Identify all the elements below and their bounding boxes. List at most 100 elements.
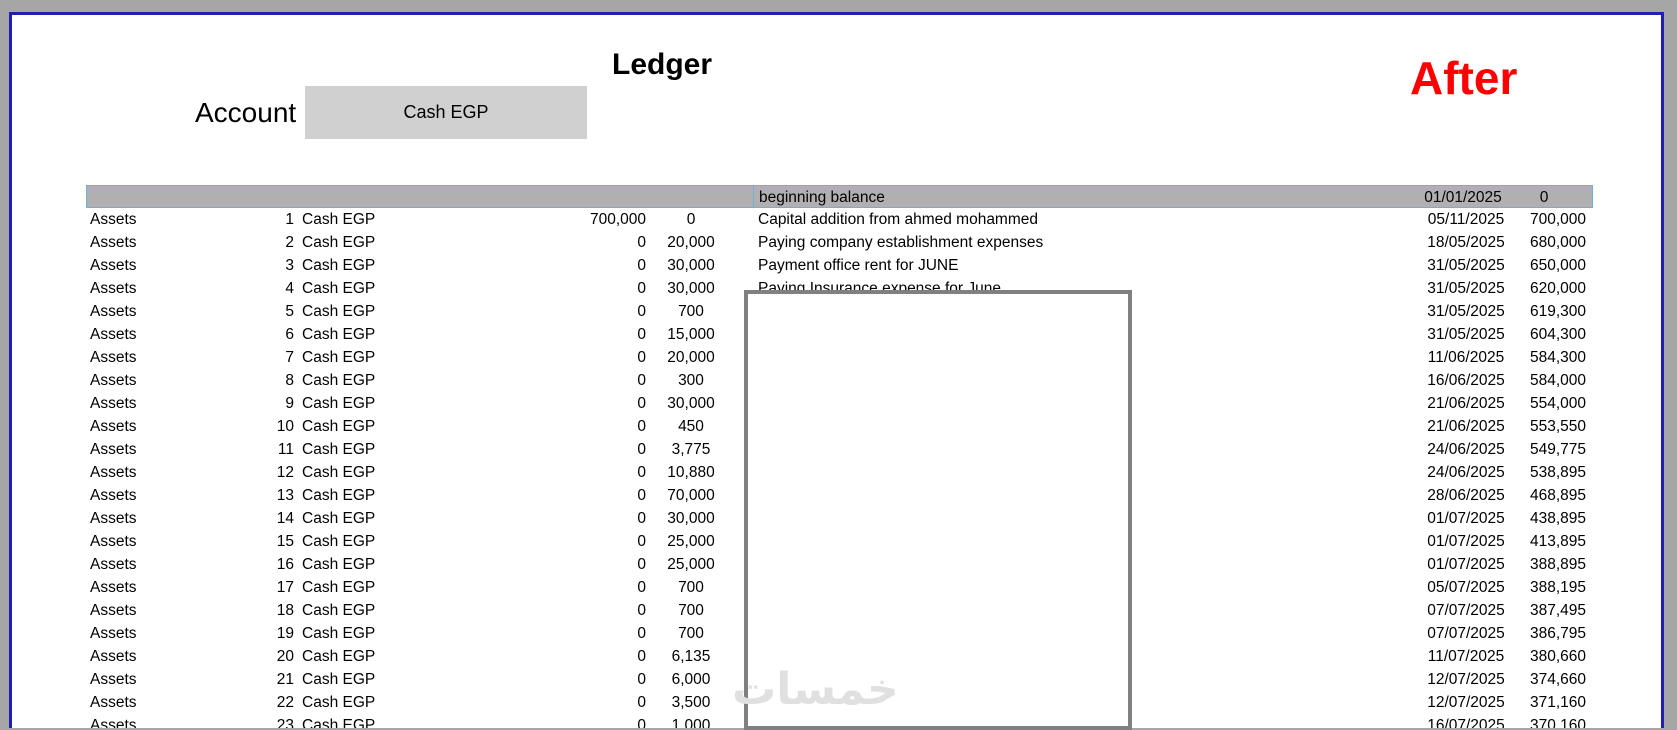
row-debit: 0	[637, 280, 646, 297]
row-debit: 0	[637, 257, 646, 274]
row-number: 21	[276, 671, 294, 688]
row-date: 11/07/2025	[1427, 648, 1505, 665]
row-balance: 413,895	[1529, 533, 1586, 550]
row-type: Assets	[90, 211, 137, 228]
row-credit: 700	[678, 625, 704, 642]
row-type: Assets	[90, 648, 137, 665]
row-credit: 30,000	[667, 280, 715, 297]
row-type: Assets	[90, 349, 137, 366]
row-type: Assets	[90, 717, 137, 728]
row-balance: 380,660	[1529, 648, 1586, 665]
row-balance: 650,000	[1529, 257, 1586, 274]
row-number: 6	[285, 326, 294, 343]
row-balance: 386,795	[1529, 625, 1586, 642]
row-type: Assets	[90, 234, 137, 251]
row-number: 15	[276, 533, 294, 550]
row-account: Cash EGP	[302, 234, 376, 251]
row-debit: 0	[637, 464, 646, 481]
row-debit: 0	[637, 487, 646, 504]
row-description: Payment office rent for JUNE	[758, 257, 959, 274]
row-date: 07/07/2025	[1427, 625, 1505, 642]
row-balance: 468,895	[1529, 487, 1586, 504]
row-type: Assets	[90, 556, 137, 573]
row-date: 16/06/2025	[1427, 372, 1505, 389]
row-date: 01/07/2025	[1427, 556, 1505, 573]
row-number: 22	[276, 694, 294, 711]
row-debit: 0	[637, 372, 646, 389]
row-account: Cash EGP	[302, 464, 376, 481]
row-type: Assets	[90, 510, 137, 527]
row-credit: 3,500	[671, 694, 711, 711]
row-date: 05/11/2025	[1427, 211, 1505, 228]
row-account: Cash EGP	[302, 280, 376, 297]
row-number: 4	[285, 280, 294, 297]
opening-balance: 0	[1539, 189, 1549, 206]
row-type: Assets	[90, 372, 137, 389]
row-balance: 438,895	[1529, 510, 1586, 527]
row-balance: 538,895	[1529, 464, 1586, 481]
row-debit: 0	[637, 418, 646, 435]
row-number: 7	[285, 349, 294, 366]
row-date: 21/06/2025	[1427, 395, 1505, 412]
row-number: 12	[276, 464, 294, 481]
row-debit: 0	[637, 625, 646, 642]
row-date: 24/06/2025	[1427, 441, 1505, 458]
row-credit: 1,000	[671, 717, 711, 728]
row-type: Assets	[90, 326, 137, 343]
row-type: Assets	[90, 487, 137, 504]
opening-balance-row[interactable]: beginning balance 01/01/2025 0	[86, 185, 1593, 208]
row-account: Cash EGP	[302, 510, 376, 527]
row-type: Assets	[90, 280, 137, 297]
row-debit: 0	[637, 349, 646, 366]
row-type: Assets	[90, 579, 137, 596]
row-debit: 0	[637, 395, 646, 412]
row-credit: 70,000	[667, 487, 715, 504]
table-row[interactable]: Assets 2 Cash EGP 0 20,000 Paying company est…	[86, 231, 1593, 254]
row-date: 12/07/2025	[1427, 671, 1505, 688]
row-type: Assets	[90, 464, 137, 481]
row-balance: 549,775	[1529, 441, 1586, 458]
table-row[interactable]: Assets 1 Cash EGP 700,000 0 Capital addition …	[86, 208, 1593, 231]
row-balance: 388,195	[1529, 579, 1586, 596]
row-account: Cash EGP	[302, 556, 376, 573]
row-debit: 0	[637, 694, 646, 711]
row-number: 20	[276, 648, 294, 665]
row-credit: 30,000	[667, 395, 715, 412]
row-balance: 584,000	[1529, 372, 1586, 389]
row-account: Cash EGP	[302, 648, 376, 665]
row-balance: 388,895	[1529, 556, 1586, 573]
row-balance: 620,000	[1529, 280, 1586, 297]
row-debit: 0	[637, 441, 646, 458]
row-credit: 700	[678, 579, 704, 596]
row-credit: 3,775	[671, 441, 711, 458]
row-date: 31/05/2025	[1427, 303, 1505, 320]
row-account: Cash EGP	[302, 671, 376, 688]
row-credit: 10,880	[667, 464, 715, 481]
row-number: 8	[285, 372, 294, 389]
row-type: Assets	[90, 533, 137, 550]
page-title: Ledger	[612, 48, 713, 81]
row-account: Cash EGP	[302, 694, 376, 711]
row-number: 17	[276, 579, 294, 596]
row-credit: 20,000	[667, 349, 715, 366]
row-account: Cash EGP	[302, 579, 376, 596]
row-date: 18/05/2025	[1427, 234, 1505, 251]
row-date: 01/07/2025	[1427, 533, 1505, 550]
row-debit: 0	[637, 717, 646, 728]
row-debit: 700,000	[589, 211, 646, 228]
row-number: 18	[276, 602, 294, 619]
row-number: 14	[276, 510, 294, 527]
row-credit: 6,000	[671, 671, 711, 688]
row-balance: 680,000	[1529, 234, 1586, 251]
row-type: Assets	[90, 303, 137, 320]
row-date: 07/07/2025	[1427, 602, 1505, 619]
account-select-cell[interactable]: Cash EGP	[305, 86, 587, 139]
row-credit: 25,000	[667, 533, 715, 550]
row-debit: 0	[637, 648, 646, 665]
row-number: 16	[276, 556, 294, 573]
row-number: 23	[276, 717, 294, 728]
table-row[interactable]: Assets 3 Cash EGP 0 30,000 Payment office ren…	[86, 254, 1593, 277]
row-balance: 700,000	[1529, 211, 1586, 228]
row-date: 05/07/2025	[1427, 579, 1505, 596]
row-type: Assets	[90, 441, 137, 458]
